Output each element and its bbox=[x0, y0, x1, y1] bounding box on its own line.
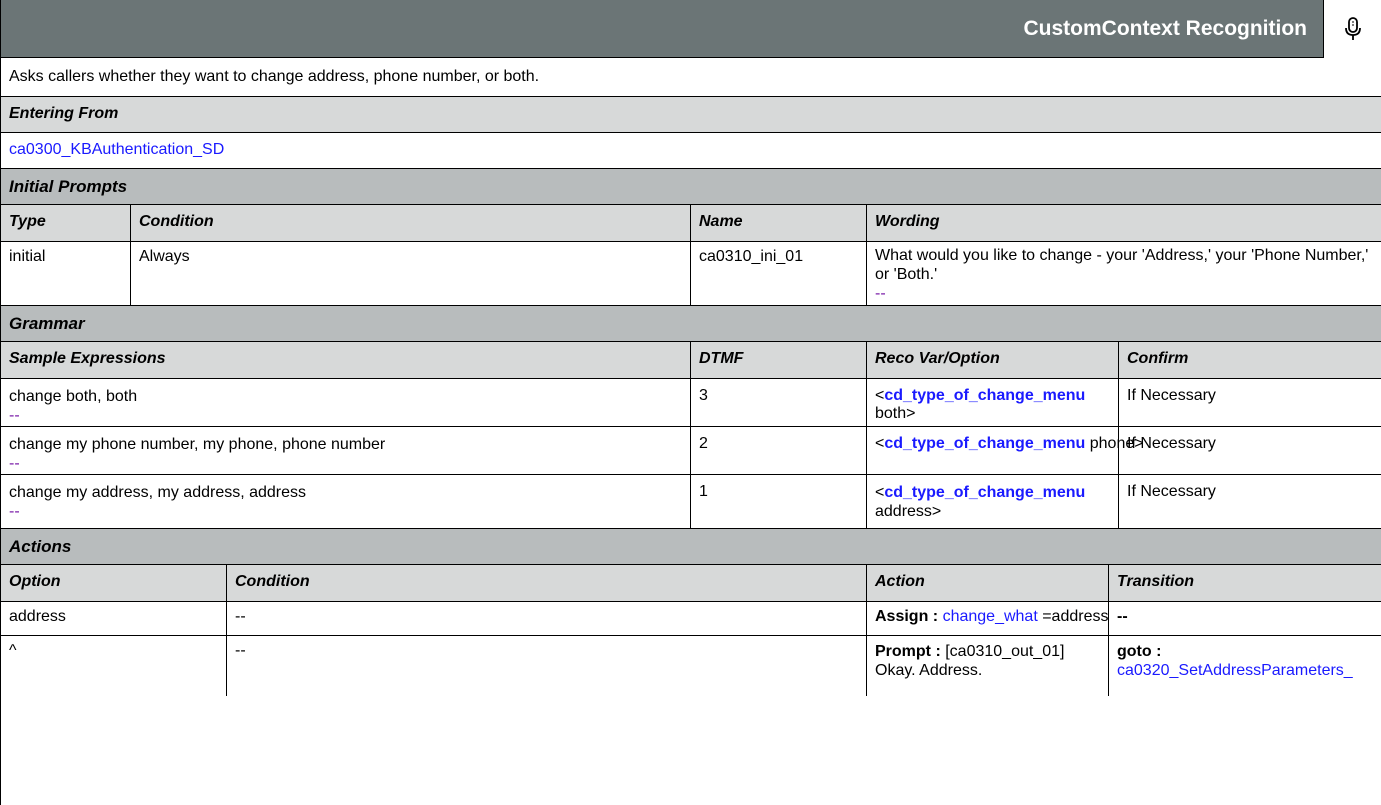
actions-header-row: Option Condition Action Transition bbox=[1, 565, 1381, 602]
prompt-condition: Always bbox=[131, 242, 691, 305]
col-wording: Wording bbox=[867, 205, 1381, 241]
action-cell: Prompt : [ca0310_out_01] Okay. Address. bbox=[867, 636, 1109, 696]
col-sample-expressions: Sample Expressions bbox=[1, 342, 691, 378]
grammar-expr: change my phone number, my phone, phone … bbox=[9, 436, 386, 453]
grammar-header-row: Sample Expressions DTMF Reco Var/Option … bbox=[1, 342, 1381, 379]
col-action: Action bbox=[867, 565, 1109, 601]
prompt-wording: What would you like to change - your 'Ad… bbox=[875, 247, 1369, 283]
table-row: initial Always ca0310_ini_01 What would … bbox=[1, 242, 1381, 306]
grammar-placeholder: -- bbox=[9, 455, 20, 472]
grammar-expr-cell: change both, both -- bbox=[1, 379, 691, 426]
action-condition: -- bbox=[227, 636, 867, 696]
grammar-reco-var-cell: <cd_type_of_change_menu address> bbox=[867, 475, 1119, 528]
page-title: CustomContext Recognition bbox=[1007, 5, 1323, 52]
action-option: ^ bbox=[1, 636, 227, 696]
prompt-wording-cell: What would you like to change - your 'Ad… bbox=[867, 242, 1381, 305]
grammar-open: < bbox=[875, 484, 885, 501]
grammar-expr-cell: change my address, my address, address -… bbox=[1, 475, 691, 528]
grammar-expr: change my address, my address, address bbox=[9, 484, 307, 501]
table-row: change my address, my address, address -… bbox=[1, 475, 1381, 529]
col-condition: Condition bbox=[131, 205, 691, 241]
table-row: change my phone number, my phone, phone … bbox=[1, 427, 1381, 475]
table-row: ^ -- Prompt : [ca0310_out_01] Okay. Addr… bbox=[1, 636, 1381, 696]
entering-from-heading: Entering From bbox=[1, 97, 1381, 133]
transition-link[interactable]: ca0320_SetAddressParameters_ bbox=[1117, 661, 1373, 680]
col-option: Option bbox=[1, 565, 227, 601]
grammar-dtmf: 2 bbox=[691, 427, 867, 474]
col-confirm: Confirm bbox=[1119, 342, 1381, 378]
description: Asks callers whether they want to change… bbox=[1, 58, 1381, 97]
title-bar: CustomContext Recognition bbox=[1, 0, 1381, 58]
grammar-placeholder: -- bbox=[9, 503, 20, 520]
prompt-type: initial bbox=[1, 242, 131, 305]
grammar-confirm: If Necessary bbox=[1127, 483, 1216, 500]
col-type: Type bbox=[1, 205, 131, 241]
grammar-dtmf: 1 bbox=[691, 475, 867, 528]
actions-heading: Actions bbox=[1, 529, 1381, 565]
action-rest: [ca0310_out_01] bbox=[940, 643, 1065, 660]
action-condition: -- bbox=[227, 602, 867, 635]
col-transition: Transition bbox=[1109, 565, 1381, 601]
transition-label: goto : bbox=[1117, 643, 1162, 660]
table-row: address -- Assign : change_what =address… bbox=[1, 602, 1381, 636]
action-rest: =address bbox=[1037, 608, 1109, 625]
microphone-icon bbox=[1344, 16, 1361, 40]
action-line2: Okay. Address. bbox=[875, 662, 983, 679]
grammar-value: both> bbox=[875, 405, 916, 422]
grammar-var-link[interactable]: cd_type_of_change_menu bbox=[884, 435, 1085, 452]
grammar-placeholder: -- bbox=[9, 407, 20, 424]
transition-cell: goto : ca0320_SetAddressParameters_ bbox=[1109, 636, 1381, 696]
grammar-heading: Grammar bbox=[1, 306, 1381, 342]
grammar-open: < bbox=[875, 387, 885, 404]
action-link[interactable]: change_what bbox=[943, 608, 1038, 625]
grammar-var-link[interactable]: cd_type_of_change_menu bbox=[884, 484, 1085, 501]
grammar-confirm: If Necessary bbox=[1127, 387, 1216, 404]
col-name: Name bbox=[691, 205, 867, 241]
table-row: change both, both -- 3 <cd_type_of_chang… bbox=[1, 379, 1381, 427]
col-dtmf: DTMF bbox=[691, 342, 867, 378]
grammar-dtmf: 3 bbox=[691, 379, 867, 426]
grammar-open: < bbox=[875, 435, 885, 452]
transition-label: -- bbox=[1117, 608, 1128, 625]
spec-page: CustomContext Recognition Asks callers w… bbox=[0, 0, 1381, 805]
microphone-icon-box bbox=[1323, 0, 1381, 58]
prompt-name: ca0310_ini_01 bbox=[691, 242, 867, 305]
entering-from-row: ca0300_KBAuthentication_SD bbox=[1, 133, 1381, 169]
grammar-value: address> bbox=[875, 503, 942, 520]
action-option: address bbox=[1, 602, 227, 635]
grammar-reco-var-cell: <cd_type_of_change_menu phone> bbox=[867, 427, 1144, 474]
initial-prompts-header-row: Type Condition Name Wording bbox=[1, 205, 1381, 242]
grammar-var-link[interactable]: cd_type_of_change_menu bbox=[884, 387, 1085, 404]
col-action-condition: Condition bbox=[227, 565, 867, 601]
grammar-reco-var-cell: <cd_type_of_change_menu both> bbox=[867, 379, 1119, 426]
col-reco-var: Reco Var/Option bbox=[867, 342, 1119, 378]
action-cell: Assign : change_what =address bbox=[867, 602, 1109, 635]
initial-prompts-heading: Initial Prompts bbox=[1, 169, 1381, 205]
action-label: Assign : bbox=[875, 608, 939, 625]
transition-cell: -- bbox=[1109, 602, 1381, 635]
grammar-expr: change both, both bbox=[9, 388, 138, 405]
grammar-expr-cell: change my phone number, my phone, phone … bbox=[1, 427, 691, 474]
action-label: Prompt : bbox=[875, 643, 941, 660]
grammar-confirm: If Necessary bbox=[1127, 435, 1216, 452]
entering-from-link[interactable]: ca0300_KBAuthentication_SD bbox=[9, 141, 224, 168]
prompt-placeholder: -- bbox=[875, 285, 886, 302]
